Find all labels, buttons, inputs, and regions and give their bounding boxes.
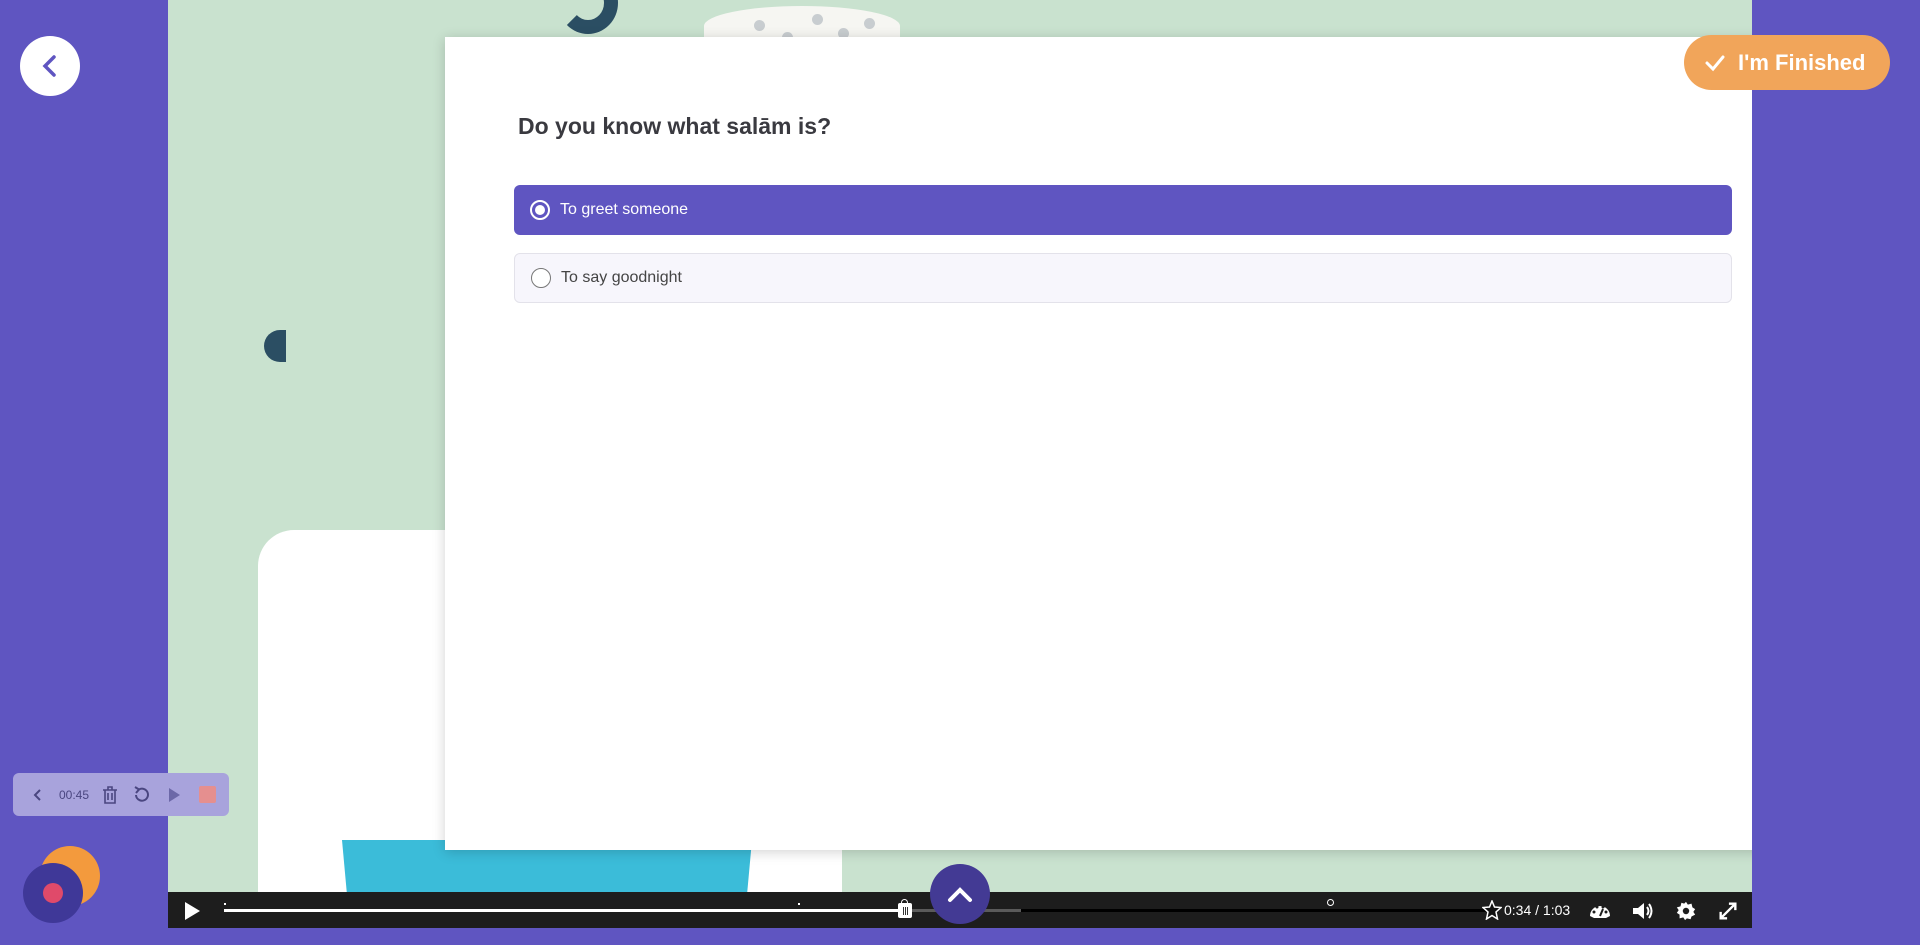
collapse-recorder-button[interactable]	[27, 784, 49, 806]
chevron-left-icon	[42, 55, 56, 77]
play-icon[interactable]	[182, 901, 202, 921]
finished-button[interactable]: I'm Finished	[1684, 35, 1890, 90]
settings-gear-icon[interactable]	[1674, 900, 1698, 922]
play-icon	[169, 787, 181, 802]
decorative-pill-shape	[264, 330, 286, 362]
progress-scrubber[interactable]	[898, 903, 913, 918]
quiz-option-label: To say goodnight	[561, 269, 682, 286]
record-dot-icon	[43, 883, 63, 903]
redo-recording-button[interactable]	[131, 784, 153, 806]
progress-played	[224, 909, 906, 912]
finished-label: I'm Finished	[1738, 49, 1866, 75]
record-fab-button[interactable]	[23, 863, 83, 923]
stop-recording-icon[interactable]	[199, 786, 217, 803]
expand-panel-button[interactable]	[930, 864, 990, 924]
check-icon	[1705, 55, 1725, 71]
back-button[interactable]	[20, 36, 80, 96]
fullscreen-icon[interactable]	[1716, 900, 1740, 922]
recorder-timer: 00:45	[59, 787, 90, 802]
trash-icon	[103, 785, 118, 804]
delete-recording-button[interactable]	[99, 784, 121, 806]
video-stage: Do you know what salām is? To greet some…	[168, 0, 1752, 928]
chapter-marker[interactable]	[1327, 899, 1334, 906]
chapter-tick	[224, 903, 226, 905]
radio-unselected-icon[interactable]	[531, 268, 551, 288]
play-recording-button[interactable]	[163, 784, 185, 806]
quiz-option-greet[interactable]: To greet someone	[514, 185, 1732, 235]
speed-gauge-icon[interactable]	[1588, 900, 1612, 922]
volume-icon[interactable]	[1631, 900, 1655, 922]
time-display: 0:34 / 1:03	[1504, 902, 1571, 918]
quiz-option-goodnight[interactable]: To say goodnight	[514, 253, 1732, 303]
rotate-icon	[134, 785, 149, 802]
audio-recorder-widget: 00:45	[13, 773, 229, 816]
star-icon[interactable]	[1482, 900, 1502, 920]
chapter-tick	[798, 903, 800, 905]
progress-track[interactable]	[224, 899, 1486, 918]
chevron-left-icon	[33, 788, 41, 801]
chevron-up-icon	[948, 887, 972, 902]
radio-selected-icon[interactable]	[530, 200, 550, 220]
decorative-number-shape	[558, 0, 618, 34]
quiz-card: Do you know what salām is? To greet some…	[445, 37, 1752, 850]
quiz-question: Do you know what salām is?	[518, 113, 832, 139]
quiz-option-label: To greet someone	[560, 201, 689, 218]
